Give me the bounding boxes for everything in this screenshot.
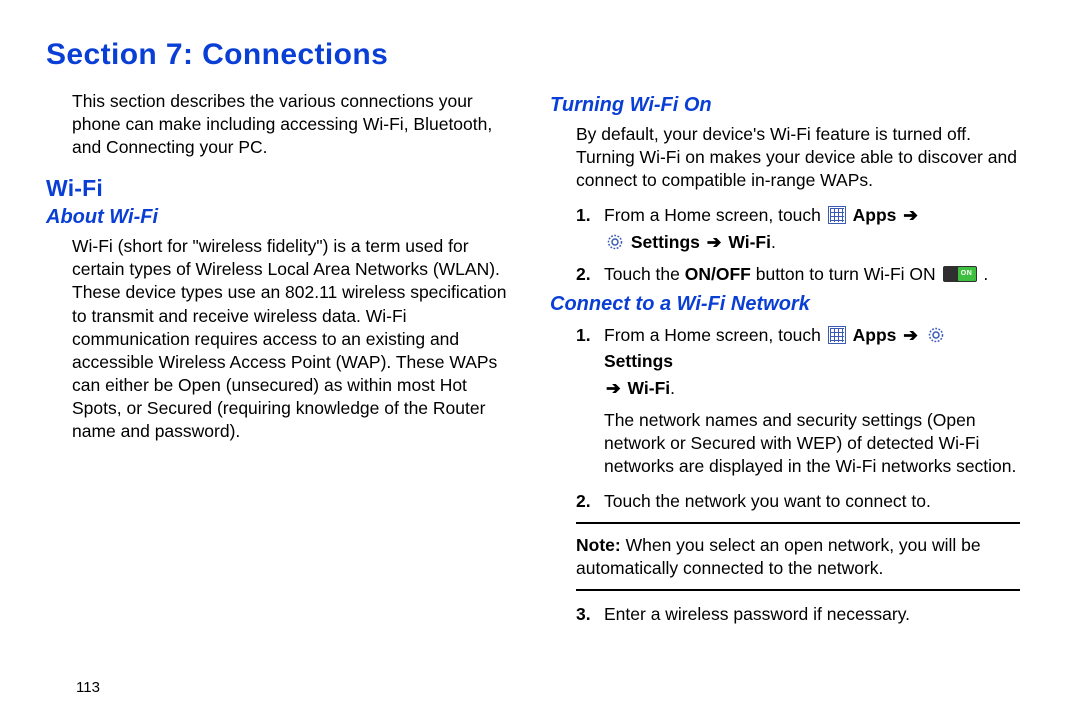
- step-text: From a Home screen, touch: [604, 205, 826, 225]
- note-rule-bottom: [576, 589, 1020, 591]
- step-number: 2.: [576, 488, 591, 514]
- step-text-post: button to turn Wi-Fi ON: [756, 264, 941, 284]
- gear-icon: [927, 326, 945, 344]
- step-text: Enter a wireless password if necessary.: [604, 604, 910, 624]
- step-number: 2.: [576, 261, 591, 287]
- wifi-label: Wi-Fi: [728, 232, 771, 252]
- toggle-knob: ON: [958, 267, 976, 281]
- connect-step-3: 3. Enter a wireless password if necessar…: [576, 601, 1020, 627]
- gear-icon: [606, 233, 624, 251]
- connect-network-heading: Connect to a Wi-Fi Network: [550, 293, 1020, 316]
- note-label: Note:: [576, 535, 621, 555]
- turning-wifi-on-heading: Turning Wi-Fi On: [550, 94, 1020, 117]
- onoff-label: ON/OFF: [685, 264, 751, 284]
- left-column: This section describes the various conne…: [46, 90, 516, 633]
- arrow-icon: ➔: [901, 325, 920, 345]
- step-text: From a Home screen, touch: [604, 325, 826, 345]
- turning-wifi-on-body: By default, your device's Wi-Fi feature …: [550, 123, 1020, 192]
- apps-label: Apps: [853, 205, 897, 225]
- note-block: Note: When you select an open network, y…: [550, 534, 1020, 580]
- two-column-layout: This section describes the various conne…: [46, 90, 1034, 633]
- period: .: [771, 232, 776, 252]
- connect-step-1: 1. From a Home screen, touch Apps ➔ Sett…: [576, 322, 1020, 478]
- step-text: Touch the: [604, 264, 685, 284]
- note-rule-top: [576, 522, 1020, 524]
- period: .: [670, 378, 675, 398]
- toggle-on-icon: ON: [943, 266, 977, 282]
- step-number: 1.: [576, 322, 591, 348]
- period: .: [979, 264, 989, 284]
- connect-steps: 1. From a Home screen, touch Apps ➔ Sett…: [550, 322, 1020, 514]
- connect-step-1-body: The network names and security settings …: [604, 409, 1020, 478]
- arrow-icon: ➔: [705, 232, 724, 252]
- settings-label: Settings: [604, 351, 673, 371]
- apps-icon: [828, 326, 846, 344]
- wifi-heading: Wi-Fi: [46, 175, 516, 202]
- page-number: 113: [76, 679, 100, 696]
- arrow-icon: ➔: [604, 378, 623, 398]
- turning-on-step-1: 1. From a Home screen, touch Apps ➔ Sett…: [576, 202, 1020, 255]
- intro-paragraph: This section describes the various conne…: [46, 90, 516, 159]
- step-number: 1.: [576, 202, 591, 228]
- wifi-label: Wi-Fi: [628, 378, 671, 398]
- section-title: Section 7: Connections: [46, 38, 1034, 72]
- about-wifi-body: Wi-Fi (short for "wireless fidelity") is…: [46, 235, 516, 443]
- about-wifi-heading: About Wi-Fi: [46, 206, 516, 229]
- note-body: When you select an open network, you wil…: [576, 535, 981, 578]
- turning-on-step-2: 2. Touch the ON/OFF button to turn Wi-Fi…: [576, 261, 1020, 287]
- step-text: Touch the network you want to connect to…: [604, 491, 931, 511]
- connect-step-2: 2. Touch the network you want to connect…: [576, 488, 1020, 514]
- apps-icon: [828, 206, 846, 224]
- right-column: Turning Wi-Fi On By default, your device…: [550, 90, 1020, 633]
- settings-label: Settings: [631, 232, 700, 252]
- turning-on-steps: 1. From a Home screen, touch Apps ➔ Sett…: [550, 202, 1020, 287]
- step-number: 3.: [576, 601, 591, 627]
- apps-label: Apps: [853, 325, 897, 345]
- connect-steps-continued: 3. Enter a wireless password if necessar…: [550, 601, 1020, 627]
- arrow-icon: ➔: [901, 205, 920, 225]
- manual-page: Section 7: Connections This section desc…: [0, 0, 1080, 720]
